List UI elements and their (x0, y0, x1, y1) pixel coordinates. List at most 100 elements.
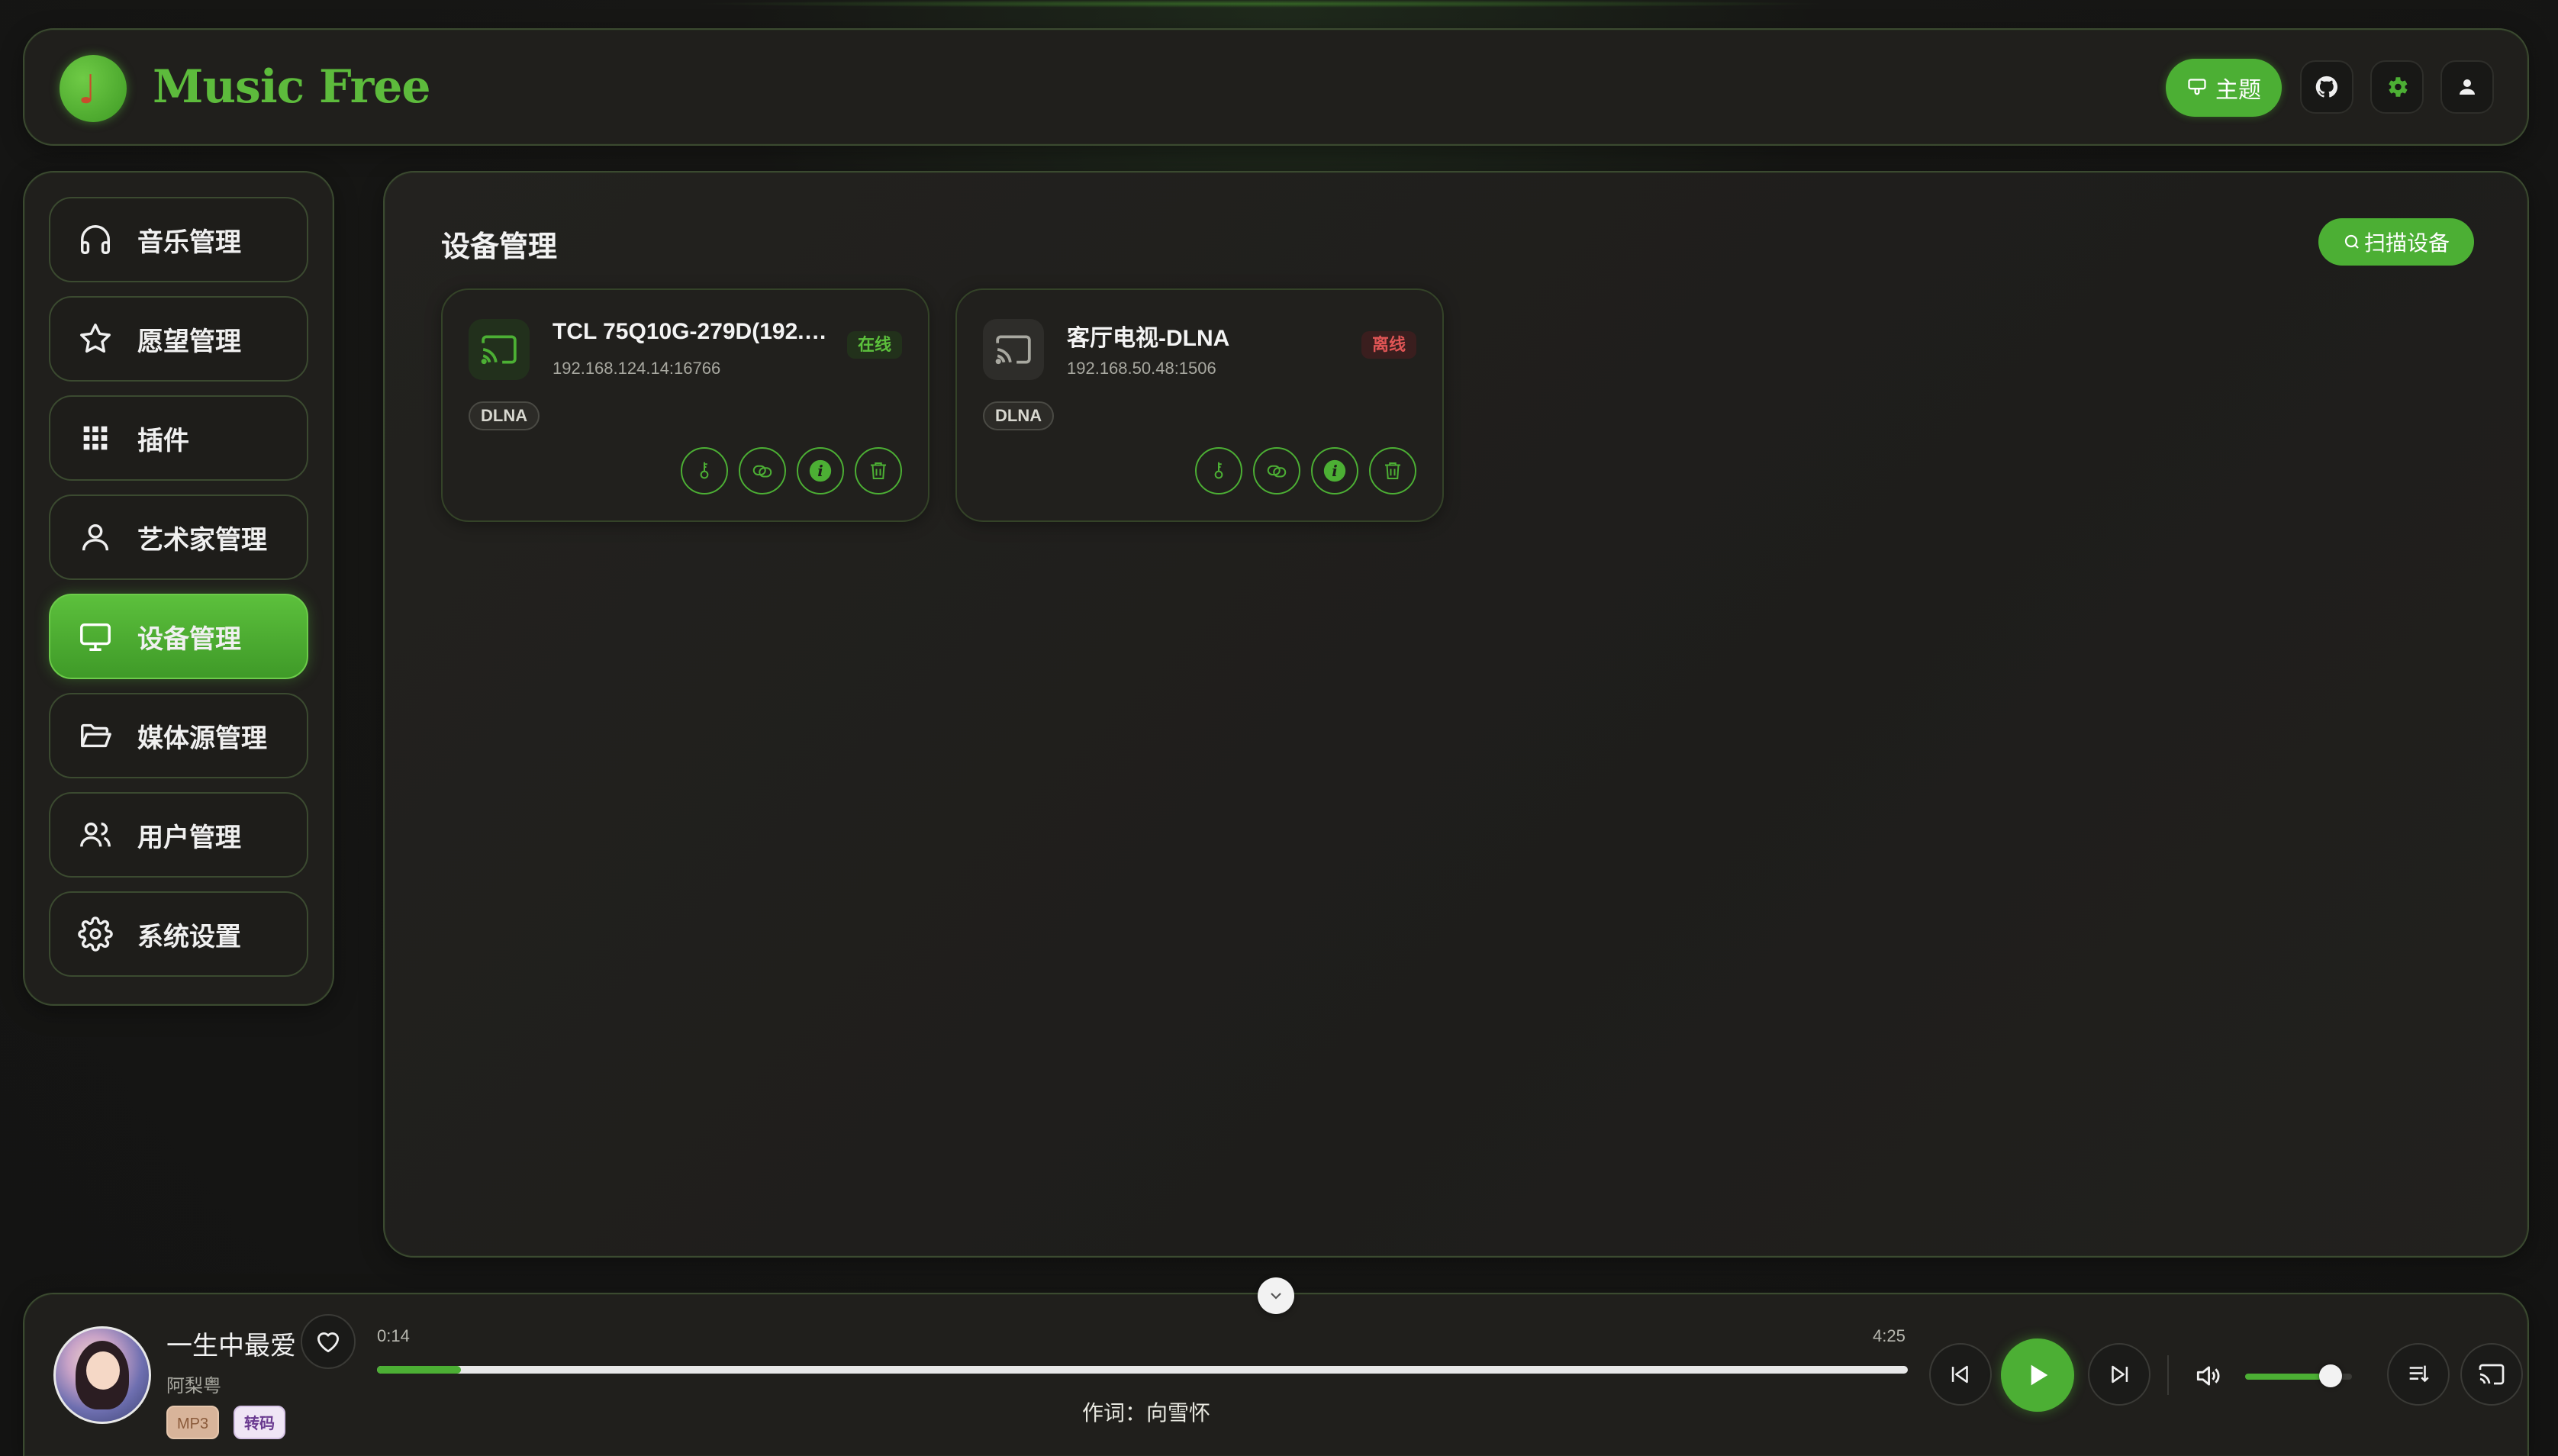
previous-button[interactable] (1929, 1343, 1992, 1406)
star-icon (80, 324, 111, 353)
search-icon (2344, 234, 2359, 249)
device-address: 192.168.50.48:1506 (1067, 359, 1216, 378)
info-button[interactable]: i (797, 447, 844, 494)
info-icon: i (1323, 459, 1346, 482)
page-title: 设备管理 (441, 231, 558, 263)
playlist-icon (2409, 1365, 2429, 1383)
delete-button[interactable] (855, 447, 902, 494)
volume-knob[interactable] (2319, 1364, 2342, 1387)
link-icon (752, 465, 772, 478)
sidebar-item-label: 插件 (137, 426, 189, 456)
current-time: 0:14 (377, 1326, 410, 1345)
link-icon (1267, 465, 1287, 478)
sidebar-item-artists[interactable]: 艺术家管理 (49, 494, 308, 580)
volume-slider[interactable] (2245, 1364, 2352, 1387)
sidebar-item-label: 媒体源管理 (137, 723, 267, 753)
user-icon (2460, 79, 2475, 95)
top-glow (687, 0, 1832, 8)
main-content: 设备管理 扫描设备 TCL 75Q10G-279D(192.1... 192.1… (383, 171, 2529, 1258)
sidebar-item-media-sources[interactable]: 媒体源管理 (49, 693, 308, 778)
volume-fill (2245, 1374, 2331, 1380)
transcode-badge[interactable]: 转码 (234, 1406, 285, 1439)
play-button[interactable] (2001, 1338, 2074, 1412)
users-icon (80, 822, 111, 847)
sidebar-item-label: 系统设置 (137, 922, 241, 952)
sidebar-item-label: 用户管理 (137, 823, 241, 852)
link-button[interactable] (739, 447, 786, 494)
artist-name: 阿梨粤 (166, 1376, 221, 1396)
app-title: Music Free (153, 60, 431, 114)
user-icon (82, 523, 109, 551)
delete-button[interactable] (1369, 447, 1416, 494)
album-cover[interactable] (53, 1326, 151, 1424)
key-icon (1214, 462, 1223, 479)
lyric-line: 作词：向雪怀 (1082, 1401, 1211, 1425)
sidebar-item-label: 设备管理 (137, 624, 241, 654)
cast-icon (469, 319, 530, 380)
cast-button[interactable] (2460, 1343, 2523, 1406)
sidebar-item-devices[interactable]: 设备管理 (49, 594, 308, 679)
settings-button[interactable] (2370, 60, 2424, 114)
sidebar-item-wishlist[interactable]: 愿望管理 (49, 296, 308, 382)
device-name: 客厅电视-DLNA (1067, 326, 1230, 351)
volume-icon[interactable] (2193, 1361, 2222, 1394)
device-card[interactable]: TCL 75Q10G-279D(192.1... 192.168.124.14:… (441, 288, 929, 522)
cast-icon (2479, 1364, 2505, 1385)
gear-icon (2389, 77, 2408, 97)
play-icon (2031, 1364, 2048, 1386)
trash-icon (1385, 462, 1400, 479)
headphones-icon (81, 225, 110, 254)
device-address: 192.168.124.14:16766 (553, 359, 721, 378)
skip-back-icon (1951, 1365, 1968, 1384)
theme-button[interactable]: 主题 (2166, 59, 2282, 117)
sidebar-item-users[interactable]: 用户管理 (49, 792, 308, 878)
scan-devices-button[interactable]: 扫描设备 (2318, 218, 2474, 266)
format-badge: MP3 (166, 1406, 220, 1439)
sidebar-item-label: 愿望管理 (137, 327, 241, 356)
progress-bar[interactable] (377, 1366, 1908, 1374)
header: ♩ Music Free 主题 (23, 28, 2529, 146)
song-title: 一生中最爱 (166, 1331, 296, 1361)
svg-text:i: i (1332, 462, 1338, 480)
info-icon: i (809, 459, 832, 482)
app-logo: ♩ (60, 55, 127, 122)
device-name: TCL 75Q10G-279D(192.1... (553, 319, 827, 344)
sidebar-item-label: 音乐管理 (137, 227, 241, 257)
device-actions: i (681, 447, 902, 494)
link-button[interactable] (1253, 447, 1300, 494)
sidebar-item-label: 艺术家管理 (137, 525, 267, 555)
sidebar-item-plugins[interactable]: 插件 (49, 395, 308, 481)
sidebar-item-music[interactable]: 音乐管理 (49, 197, 308, 282)
like-button[interactable] (301, 1314, 356, 1369)
key-button[interactable] (1195, 447, 1242, 494)
key-icon (700, 462, 709, 479)
key-button[interactable] (681, 447, 728, 494)
theme-label: 主题 (2215, 78, 2261, 103)
collapse-player-button[interactable] (1258, 1277, 1294, 1314)
device-card[interactable]: 客厅电视-DLNA 192.168.50.48:1506 离线 DLNA i (955, 288, 1444, 522)
divider (2167, 1355, 2169, 1395)
status-badge: 在线 (846, 331, 902, 359)
user-button[interactable] (2440, 60, 2494, 114)
info-button[interactable]: i (1311, 447, 1358, 494)
heart-icon (317, 1332, 340, 1353)
device-actions: i (1195, 447, 1416, 494)
folder-icon (81, 723, 111, 748)
device-type-tag: DLNA (469, 401, 540, 430)
github-icon (2315, 76, 2337, 98)
grid-icon (83, 426, 108, 450)
palette-icon (2188, 79, 2206, 95)
player-bar: 一生中最爱 阿梨粤 MP3 转码 0:14 4:25 作词：向雪怀 (23, 1293, 2529, 1456)
device-type-tag: DLNA (983, 401, 1055, 430)
chevron-down-icon (1271, 1293, 1281, 1300)
progress-fill (377, 1366, 462, 1374)
playlist-button[interactable] (2387, 1343, 2450, 1406)
total-time: 4:25 (1873, 1326, 1906, 1345)
github-button[interactable] (2300, 60, 2353, 114)
monitor-icon (80, 623, 111, 651)
skip-forward-icon (2112, 1365, 2128, 1384)
sidebar-item-settings[interactable]: 系统设置 (49, 891, 308, 977)
next-button[interactable] (2088, 1343, 2150, 1406)
trash-icon (871, 462, 886, 479)
status-badge: 离线 (1361, 331, 1416, 359)
